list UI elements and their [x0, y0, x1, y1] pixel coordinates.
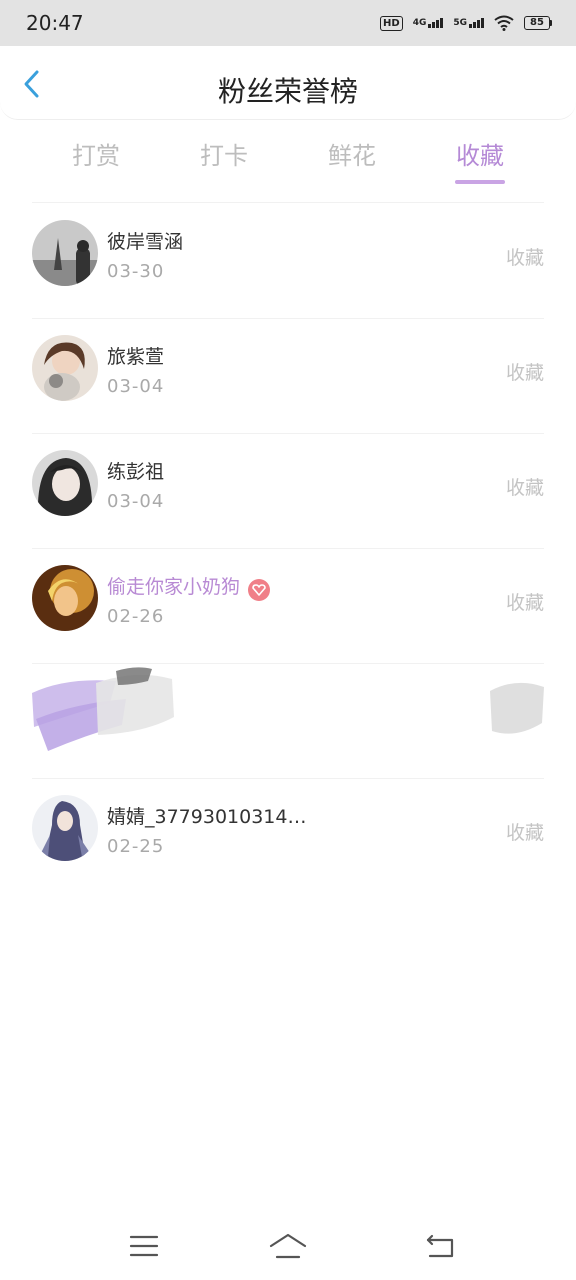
- hd-icon: HD: [380, 15, 403, 31]
- page-title: 粉丝荣誉榜: [217, 75, 358, 108]
- status-bar: 20:47 HD 4G 5G 85: [0, 0, 576, 46]
- fan-date: 02-25: [107, 836, 165, 857]
- fan-name-text: 偷走你家小奶狗: [107, 576, 241, 598]
- avatar[interactable]: [32, 795, 98, 861]
- avatar[interactable]: [32, 450, 98, 516]
- redaction-scribble: [490, 682, 544, 734]
- header: 粉丝荣誉榜: [0, 46, 576, 120]
- avatar[interactable]: [32, 335, 98, 401]
- active-tab-indicator: [455, 180, 505, 184]
- battery-icon: 85: [524, 16, 552, 30]
- home-icon: [269, 1233, 307, 1259]
- fan-date: 03-04: [107, 376, 165, 397]
- fan-action: 收藏: [505, 362, 544, 384]
- fan-name: 婧婧_37793010314…: [107, 806, 307, 828]
- system-nav-bar: [0, 1210, 576, 1280]
- tab-checkin[interactable]: 打卡: [174, 136, 274, 171]
- avatar[interactable]: [32, 220, 98, 286]
- signal-5g-label: 5G: [453, 18, 467, 28]
- redaction-scribble: [32, 667, 174, 751]
- tab-flowers[interactable]: 鲜花: [302, 136, 402, 171]
- list-item[interactable]: 旅紫萱 03-04 收藏: [0, 318, 576, 433]
- fan-action: 收藏: [505, 592, 544, 614]
- fan-name: 彼岸雪涵: [107, 231, 184, 253]
- list-item[interactable]: 婧婧_37793010314… 02-25 收藏: [0, 778, 576, 893]
- tab-bar: 打赏 打卡 鲜花 收藏: [0, 132, 576, 192]
- fan-date: 03-30: [107, 261, 165, 282]
- redacted-list-item: [0, 663, 576, 778]
- fan-date: 02-26: [107, 606, 165, 627]
- signal-4g-icon: 4G: [413, 18, 444, 28]
- list-item[interactable]: 练彭祖 03-04 收藏: [0, 433, 576, 548]
- home-button[interactable]: [268, 1230, 308, 1262]
- fan-action: 收藏: [505, 822, 544, 844]
- fan-date: 03-04: [107, 491, 165, 512]
- avatar[interactable]: [32, 565, 98, 631]
- signal-4g-label: 4G: [412, 18, 427, 28]
- list-item[interactable]: 偷走你家小奶狗 02-26 收藏: [0, 548, 576, 663]
- battery-level: 85: [524, 16, 550, 30]
- signal-5g-icon: 5G: [453, 18, 484, 28]
- status-icons: HD 4G 5G 85: [380, 15, 552, 31]
- return-button[interactable]: [420, 1230, 460, 1262]
- menu-button[interactable]: [124, 1230, 164, 1262]
- fan-name: 偷走你家小奶狗: [107, 572, 271, 601]
- fan-action: 收藏: [505, 247, 544, 269]
- fan-name: 练彭祖: [107, 461, 165, 483]
- fan-name: 旅紫萱: [107, 346, 165, 368]
- heart-gem-icon: [248, 579, 271, 601]
- status-time: 20:47: [26, 11, 84, 35]
- menu-icon: [129, 1235, 159, 1257]
- fan-action: 收藏: [505, 477, 544, 499]
- list-item[interactable]: 彼岸雪涵 03-30 收藏: [0, 203, 576, 318]
- return-icon: [426, 1234, 454, 1258]
- wifi-icon: [494, 15, 514, 31]
- tab-collect[interactable]: 收藏: [430, 136, 530, 171]
- tab-reward[interactable]: 打赏: [46, 136, 146, 171]
